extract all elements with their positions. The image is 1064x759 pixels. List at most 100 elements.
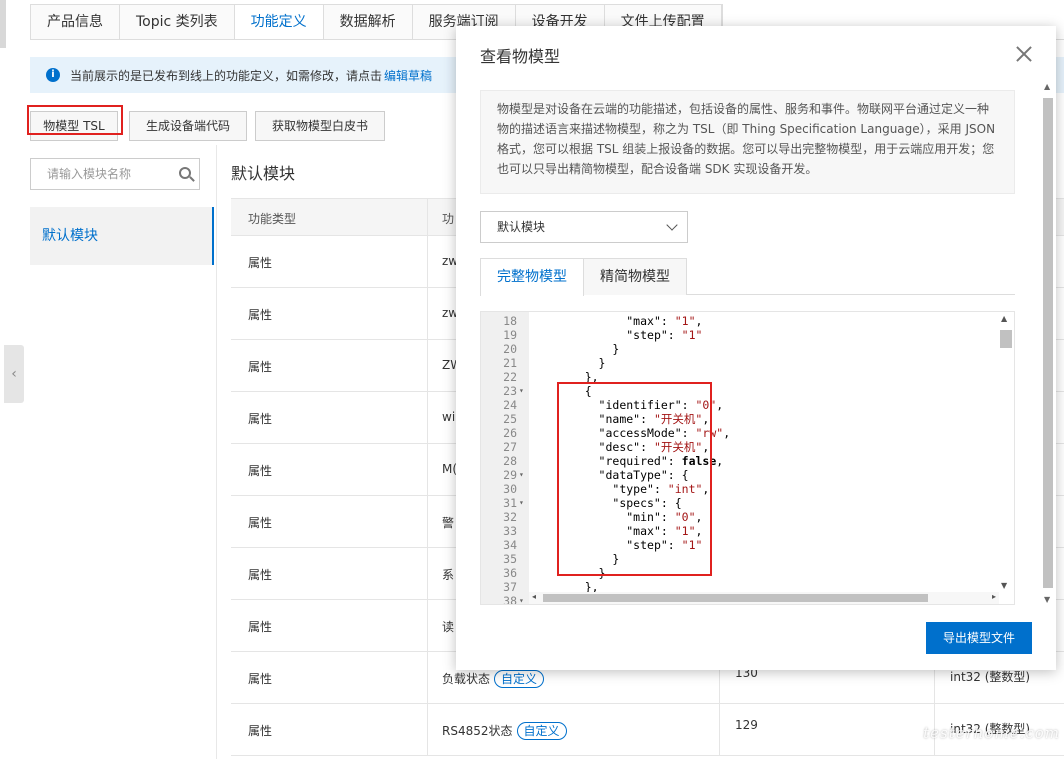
function-name: 负载状态: [442, 672, 491, 686]
line-number: 26: [503, 426, 517, 440]
scrollbar-thumb[interactable]: [1000, 330, 1012, 348]
line-number: 27: [503, 440, 517, 454]
string-token: "1": [681, 328, 703, 342]
code-token: }: [557, 356, 606, 370]
fold-toggle-icon[interactable]: ▾: [519, 468, 524, 482]
highlight-box-tsl: [27, 105, 123, 135]
cell-function-type: 属性: [248, 464, 273, 478]
scroll-up-icon[interactable]: ▲: [1044, 82, 1050, 91]
scroll-down-icon[interactable]: ▼: [1001, 581, 1007, 590]
scroll-down-icon[interactable]: ▼: [1044, 595, 1050, 604]
cell-function-type: 属性: [248, 672, 273, 686]
fold-toggle-icon[interactable]: ▾: [519, 496, 524, 510]
cell-data-type: int32 (整数型): [950, 670, 1031, 684]
code-token: ,: [716, 454, 724, 468]
editor-vertical-scrollbar[interactable]: ▲ ▼: [997, 312, 1014, 592]
line-number: 35: [503, 552, 517, 566]
search-placeholder: 请输入模块名称: [47, 167, 132, 181]
function-name: RS4852状态: [442, 724, 513, 738]
tab-simplified-model[interactable]: 精简物模型: [583, 258, 687, 295]
cell-function-name: wi: [442, 410, 455, 424]
function-name: 读: [442, 620, 455, 634]
fold-toggle-icon[interactable]: ▾: [519, 384, 524, 398]
custom-tag: 自定义: [516, 722, 567, 740]
tab-data-parsing[interactable]: 数据解析: [323, 5, 413, 40]
line-number: 33: [503, 524, 517, 538]
line-number: 20: [503, 342, 517, 356]
line-number: 19: [503, 328, 517, 342]
edit-draft-link[interactable]: 编辑草稿: [384, 67, 432, 84]
dialog-scrollbar[interactable]: ▲ ▼: [1042, 82, 1054, 604]
line-number: 23: [503, 384, 517, 398]
scroll-up-icon[interactable]: ▲: [1001, 314, 1007, 323]
column-divider: [427, 198, 428, 756]
key-token: "max": [626, 314, 661, 328]
tab-product-info[interactable]: 产品信息: [31, 5, 120, 40]
editor-horizontal-scrollbar[interactable]: ◂ ▸: [529, 592, 999, 604]
view-thing-model-dialog: 查看物模型 ▲ ▼ 物模型是对设备在云端的功能描述，包括设备的属性、服务和事件。…: [456, 26, 1056, 670]
module-select[interactable]: 默认模块: [480, 211, 688, 243]
line-number: 21: [503, 356, 517, 370]
cell-function-name: 系: [442, 566, 454, 583]
code-text: }: [557, 342, 619, 356]
chevron-left-icon: ‹: [11, 366, 17, 382]
close-icon[interactable]: [1016, 46, 1032, 62]
key-token: "step": [626, 328, 668, 342]
header-function-type: 功能类型: [248, 212, 297, 226]
line-number: 24: [503, 398, 517, 412]
string-token: "1": [674, 314, 696, 328]
line-number: 38: [503, 594, 517, 605]
module-search-input[interactable]: 请输入模块名称: [30, 158, 200, 190]
cell-function-type: 属性: [248, 568, 273, 582]
collapse-sidebar-button[interactable]: ‹: [4, 345, 24, 403]
module-title: 默认模块: [231, 164, 296, 183]
dialog-title: 查看物模型: [480, 47, 561, 66]
cell-function-type: 属性: [248, 724, 273, 738]
cell-function-type: 属性: [248, 516, 273, 530]
code-line: 18 "max": "1",: [481, 314, 1001, 328]
line-number: 18: [503, 314, 517, 328]
line-number: 22: [503, 370, 517, 384]
cell-function-name: 负载状态 自定义: [442, 670, 545, 688]
highlight-box-property: [557, 382, 712, 576]
tab-full-model[interactable]: 完整物模型: [480, 258, 584, 296]
scroll-right-icon[interactable]: ▸: [992, 592, 996, 601]
cell-function-type: 属性: [248, 412, 273, 426]
line-number: 37: [503, 580, 517, 594]
scrollbar-thumb[interactable]: [543, 594, 928, 602]
function-name: wi: [442, 410, 456, 424]
cell-function-type: 属性: [248, 256, 273, 270]
code-text: "step": "1": [557, 328, 702, 342]
function-name: 系: [442, 568, 455, 582]
cell-function-name: RS4852状态 自定义: [442, 722, 567, 740]
get-whitepaper-button[interactable]: 获取物模型白皮书: [255, 111, 385, 141]
export-model-file-button[interactable]: 导出模型文件: [926, 622, 1032, 654]
line-number: 36: [503, 566, 517, 580]
fold-toggle-icon[interactable]: ▾: [519, 594, 524, 604]
cell-function-type: 属性: [248, 620, 273, 634]
code-token: ,: [723, 426, 731, 440]
code-token: }: [557, 342, 620, 356]
code-token: :: [667, 328, 682, 342]
line-number: 28: [503, 454, 517, 468]
scrollbar-thumb[interactable]: [1043, 98, 1053, 588]
sidebar-divider: [216, 145, 217, 759]
generate-device-code-button[interactable]: 生成设备端代码: [129, 111, 247, 141]
code-token: ,: [695, 314, 703, 328]
tab-function-definition[interactable]: 功能定义: [234, 5, 324, 40]
line-number: 34: [503, 538, 517, 552]
line-number: 29: [503, 468, 517, 482]
chevron-down-icon: [666, 219, 678, 231]
sidebar-item-default-module[interactable]: 默认模块: [30, 207, 214, 265]
cell-function-name: 读: [442, 618, 454, 635]
code-token: :: [660, 314, 675, 328]
tab-topic-list[interactable]: Topic 类列表: [120, 5, 235, 40]
scroll-left-icon[interactable]: ◂: [532, 592, 536, 601]
code-line: 20 }: [481, 342, 1001, 356]
cell-identifier: 129: [735, 718, 758, 732]
line-number: 25: [503, 412, 517, 426]
search-icon[interactable]: [179, 167, 191, 179]
custom-tag: 自定义: [494, 670, 545, 688]
function-name: M(: [442, 462, 458, 476]
